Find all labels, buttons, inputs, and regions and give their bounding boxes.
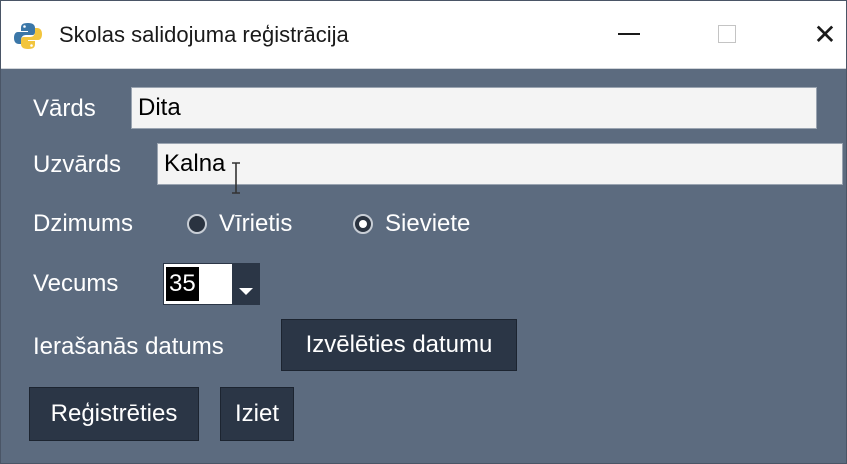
maximize-button[interactable]	[699, 9, 755, 59]
first-name-input[interactable]	[131, 87, 817, 129]
age-spinbox[interactable]: 35	[163, 263, 260, 305]
age-value[interactable]: 35	[166, 267, 199, 301]
maximize-icon	[718, 25, 736, 43]
exit-button[interactable]: Iziet	[220, 387, 294, 441]
age-label: Vecums	[33, 270, 119, 297]
gender-option-male[interactable]: Vīrietis	[187, 209, 292, 239]
minimize-button[interactable]	[601, 9, 657, 59]
title-bar[interactable]: Skolas salidojuma reģistrācija ✕	[1, 1, 846, 69]
first-name-label: Vārds	[33, 95, 96, 122]
gender-option-female-label: Sieviete	[385, 210, 471, 237]
arrival-date-label: Ierašanās datums	[33, 333, 224, 360]
python-icon	[14, 23, 42, 49]
register-button[interactable]: Reģistrēties	[29, 387, 199, 441]
gender-label: Dzimums	[33, 210, 133, 237]
window-title: Skolas salidojuma reģistrācija	[59, 22, 349, 47]
close-icon: ✕	[813, 18, 837, 50]
radio-checked-icon[interactable]	[353, 214, 373, 234]
last-name-input[interactable]	[157, 143, 843, 185]
radio-unchecked-icon[interactable]	[187, 214, 207, 234]
last-name-label: Uzvārds	[33, 151, 122, 178]
gender-option-male-label: Vīrietis	[219, 210, 293, 237]
spin-down-button[interactable]	[232, 264, 259, 304]
close-button[interactable]: ✕	[797, 9, 847, 59]
chevron-down-icon	[238, 288, 253, 295]
choose-date-button[interactable]: Izvēlēties datumu	[281, 319, 517, 371]
gender-option-female[interactable]: Sieviete	[353, 209, 470, 239]
minimize-icon	[618, 33, 640, 35]
app-window: Skolas salidojuma reģistrācija ✕ Vārds U…	[0, 0, 847, 464]
